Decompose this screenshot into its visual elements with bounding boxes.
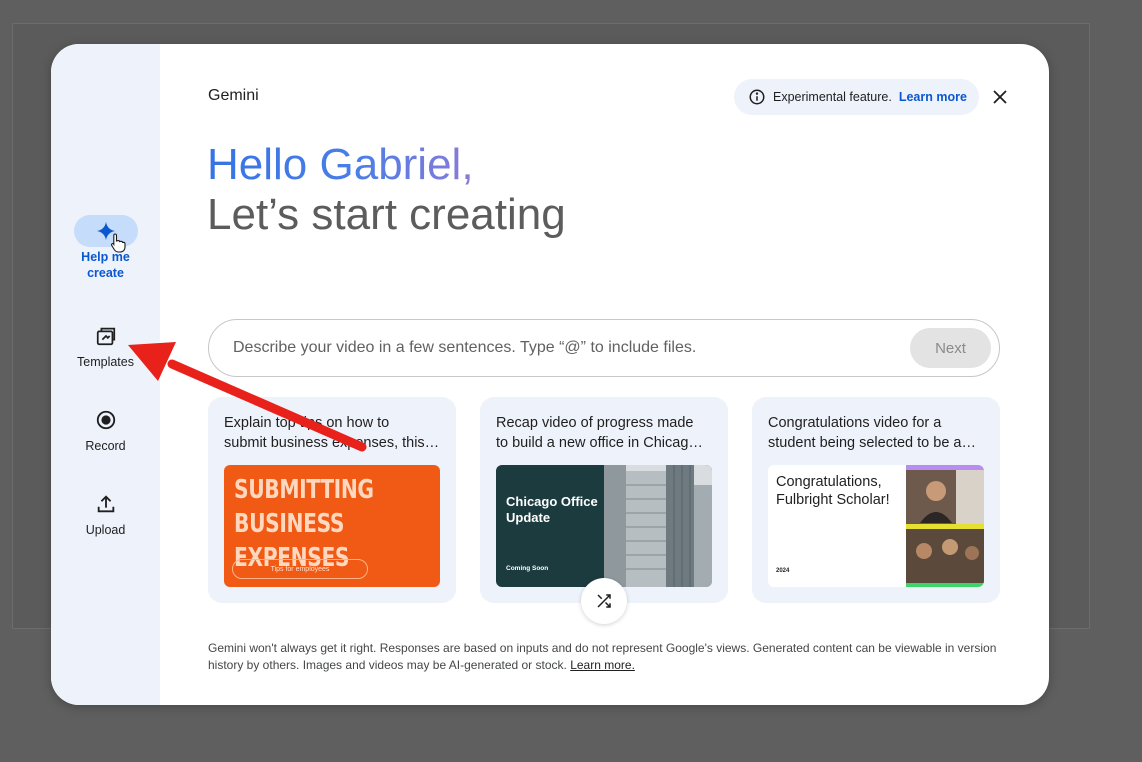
shuffle-icon	[597, 594, 611, 608]
info-icon	[749, 89, 765, 105]
main-content: Gemini Experimental feature. Learn more …	[160, 44, 1049, 705]
side-rail: Help me create Templates Record Upload	[51, 44, 160, 705]
banner-text: Experimental feature.	[773, 90, 892, 104]
rail-item-record[interactable]: Record	[51, 404, 160, 454]
thumbnail-title: Chicago Office Update	[506, 494, 598, 525]
close-icon	[993, 90, 1007, 104]
suggestion-card-fulbright[interactable]: Congratulations video for a student bein…	[752, 397, 1000, 603]
card-thumbnail: Congratulations, Fulbright Scholar! 2024	[768, 465, 984, 587]
suggestion-card-chicago[interactable]: Recap video of progress made to build a …	[480, 397, 728, 603]
record-icon	[96, 410, 115, 430]
greeting-title: Hello Gabriel,	[207, 140, 474, 189]
card-description: Congratulations video for a student bein…	[768, 415, 976, 451]
rail-label: Record	[85, 439, 126, 453]
buildings-image	[604, 465, 712, 587]
app-title: Gemini	[208, 87, 259, 104]
disclaimer-learn-more-link[interactable]: Learn more.	[570, 658, 635, 672]
close-button[interactable]	[986, 83, 1014, 111]
shuffle-button[interactable]	[581, 578, 627, 624]
thumbnail-subtitle: Tips for employees	[232, 559, 368, 579]
card-description: Recap video of progress made to build a …	[496, 415, 703, 451]
templates-icon	[96, 327, 115, 346]
learn-more-link[interactable]: Learn more	[899, 90, 967, 104]
card-thumbnail: Chicago Office Update Coming Soon	[496, 465, 712, 587]
suggestion-card-expenses[interactable]: Explain top tips on how to submit busine…	[208, 397, 456, 603]
card-description: Explain top tips on how to submit busine…	[224, 415, 440, 451]
rail-item-upload[interactable]: Upload	[51, 488, 160, 538]
disclaimer: Gemini won't always get it right. Respon…	[208, 641, 997, 672]
prompt-box: Next	[208, 319, 1000, 377]
rail-item-templates[interactable]: Templates	[51, 320, 160, 370]
card-thumbnail: SUBMITTING BUSINESS EXPENSES Tips for em…	[224, 465, 440, 587]
next-button[interactable]: Next	[910, 328, 991, 368]
upload-icon	[97, 495, 114, 513]
gemini-dialog: Help me create Templates Record Upload G…	[51, 44, 1049, 705]
thumbnail-subtitle: 2024	[776, 568, 790, 574]
rail-item-help-me-create[interactable]: Help me create	[51, 215, 160, 281]
thumbnail-title: Congratulations, Fulbright Scholar!	[776, 474, 890, 508]
experimental-banner: Experimental feature. Learn more	[734, 79, 979, 115]
hand-cursor-icon	[110, 233, 126, 253]
rail-label: Templates	[77, 355, 134, 369]
greeting-subtitle: Let’s start creating	[207, 190, 566, 239]
thumbnail-subtitle: Coming Soon	[506, 565, 549, 572]
prompt-input[interactable]	[233, 320, 903, 376]
rail-label: Upload	[85, 523, 126, 537]
graduation-photos	[906, 465, 984, 587]
